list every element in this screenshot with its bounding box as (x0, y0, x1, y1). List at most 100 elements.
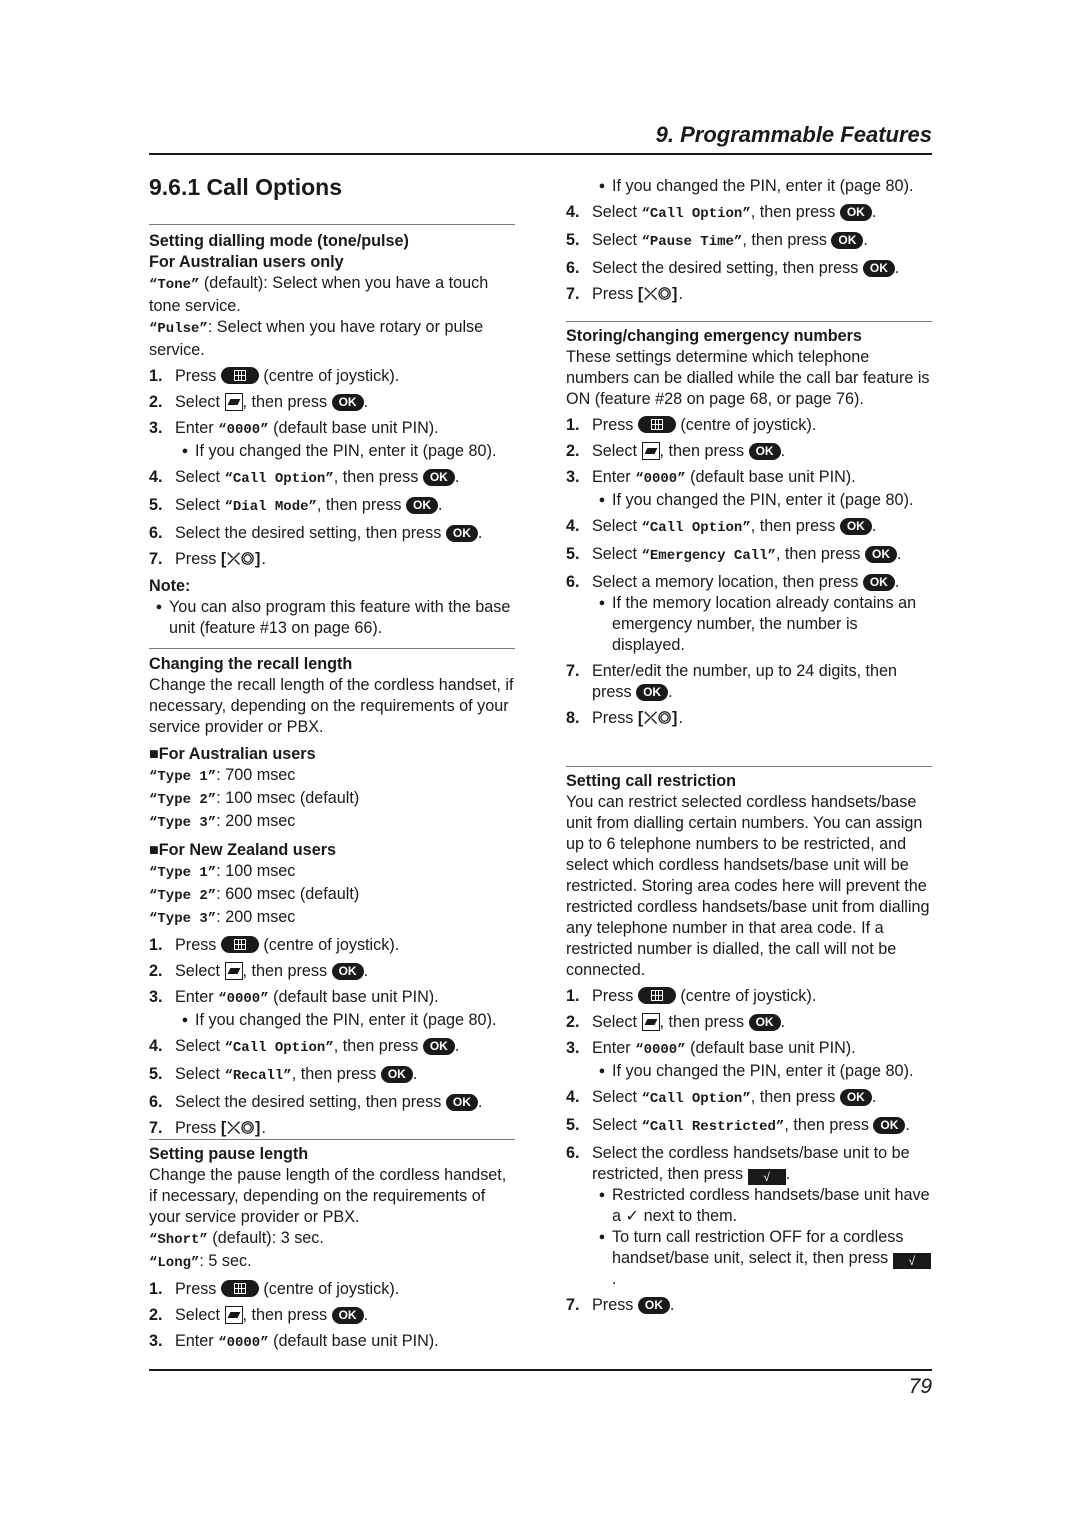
pause-intro: Change the pause length of the cordless … (149, 1166, 507, 1226)
option-pulse: “Pulse”: Select when you have rotary or … (149, 318, 484, 359)
ok-button-icon: OK (331, 963, 364, 980)
option-long: “Long”: 5 sec. (149, 1252, 252, 1271)
section-dialling-mode: Setting dialling mode (tone/pulse) For A… (149, 224, 515, 639)
au-type-2: “Type 2”: 100 msec (default) (149, 789, 360, 808)
ok-button-icon: OK (422, 1038, 455, 1055)
ok-button-icon: OK (862, 574, 895, 591)
dialling-mode-heading: Setting dialling mode (tone/pulse) (149, 232, 409, 250)
step-6: 6. Select the desired setting, then press… (566, 259, 900, 277)
step-7: 7. Press [⤫◎]. (149, 1119, 266, 1137)
section-emergency-numbers: Storing/changing emergency numbers These… (566, 321, 932, 729)
step-6: 6. Select the desired setting, then press… (149, 524, 483, 542)
australia-label: ■For Australian users (149, 745, 316, 763)
ok-button-icon: OK (748, 443, 781, 460)
step-6: 6. Select the desired setting, then press… (149, 1093, 483, 1111)
check-softkey-icon: √ (747, 1169, 786, 1185)
nz-type-3: “Type 3”: 200 msec (149, 908, 296, 927)
ok-button-icon: OK (637, 1297, 670, 1314)
chapter-title: 9. Programmable Features (655, 122, 932, 147)
step-6: 6. Select a memory location, then press O… (566, 573, 900, 591)
step-3: 3. Enter “0000” (default base unit PIN). (566, 468, 856, 487)
ok-button-icon: OK (445, 1094, 478, 1111)
off-key-icon: [⤫◎] (220, 550, 262, 568)
setup-icon (224, 962, 243, 980)
nz-type-1: “Type 1”: 100 msec (149, 862, 296, 881)
bullet-pin-changed: ● If you changed the PIN, enter it (page … (566, 1061, 932, 1082)
ok-button-icon: OK (865, 546, 898, 563)
ok-button-icon: OK (406, 497, 439, 514)
step-2: 2. Select , then press OK. (149, 962, 369, 980)
step-2: 2. Select , then press OK. (566, 442, 786, 460)
step-1: 1. Press (centre of joystick). (566, 987, 817, 1005)
ok-button-icon: OK (862, 260, 895, 277)
setup-icon (224, 1306, 243, 1324)
bullet-pin-changed: ● If you changed the PIN, enter it (page … (149, 1010, 515, 1031)
option-tone: “Tone” (default): Select when you have a… (149, 274, 489, 315)
ok-button-icon: OK (839, 204, 872, 221)
restriction-heading: Setting call restriction (566, 772, 737, 790)
menu-button-icon (637, 416, 676, 433)
section-recall-length: Changing the recall length Change the re… (149, 648, 515, 1139)
step-1: 1. Press (centre of joystick). (566, 416, 817, 434)
setup-icon (641, 1013, 660, 1031)
bullet-pin-changed: ● If you changed the PIN, enter it (page … (566, 490, 932, 511)
bullet-memory-location: ● If the memory location already contains… (566, 593, 932, 656)
step-2: 2. Select , then press OK. (149, 393, 369, 411)
section-pause-length: Setting pause length Change the pause le… (149, 1139, 515, 1354)
bullet-icon: ● (598, 1065, 606, 1077)
page-number: 79 (908, 1375, 932, 1398)
ok-button-icon: OK (748, 1014, 781, 1031)
setup-icon (224, 393, 243, 411)
bullet-pin-changed: ● If you changed the PIN, enter it (page … (149, 441, 515, 462)
ok-button-icon: OK (873, 1117, 906, 1134)
manual-page: 9. Programmable Features 9.6.1 Call Opti… (0, 0, 1080, 1528)
step-5: 5. Select “Call Restricted”, then press O… (566, 1116, 910, 1135)
bullet-icon: ● (598, 180, 606, 192)
off-key-icon: [⤫◎] (637, 285, 679, 303)
step-2: 2. Select , then press OK. (566, 1013, 786, 1031)
menu-button-icon (220, 367, 259, 384)
step-5: 5. Select “Dial Mode”, then press OK. (149, 496, 443, 515)
ok-button-icon: OK (831, 232, 864, 249)
step-7: 7. Press OK. (566, 1296, 675, 1314)
menu-button-icon (220, 936, 259, 953)
step-3: 3. Enter “0000” (default base unit PIN). (149, 419, 439, 438)
bullet-pin-changed: ● If you changed the PIN, enter it (page … (566, 176, 932, 197)
ok-button-icon: OK (422, 469, 455, 486)
bullet-icon: ● (181, 1014, 189, 1026)
tick-icon: ✓ (625, 1207, 640, 1225)
step-3: 3. Enter “0000” (default base unit PIN). (149, 1332, 439, 1351)
section-call-restriction: Setting call restriction You can restric… (566, 766, 932, 1316)
bullet-icon: ● (598, 1189, 606, 1201)
header-rule (149, 153, 932, 155)
off-key-icon: [⤫◎] (637, 709, 679, 727)
step-3: 3. Enter “0000” (default base unit PIN). (149, 988, 439, 1007)
bullet-icon: ● (598, 1231, 606, 1243)
nz-type-2: “Type 2”: 600 msec (default) (149, 885, 360, 904)
bullet-turn-off-restriction: ● To turn call restriction OFF for a cord… (566, 1227, 932, 1290)
recall-heading: Changing the recall length (149, 655, 353, 673)
step-5: 5. Select “Emergency Call”, then press OK… (566, 545, 902, 564)
recall-intro: Change the recall length of the cordless… (149, 676, 514, 736)
bullet-icon: ● (155, 601, 163, 613)
step-4: 4. Select “Call Option”, then press OK. (149, 1037, 460, 1056)
step-1: 1. Press (centre of joystick). (149, 367, 400, 385)
ok-button-icon: OK (331, 1307, 364, 1324)
step-1: 1. Press (centre of joystick). (149, 1280, 400, 1298)
step-2: 2. Select , then press OK. (149, 1306, 369, 1324)
bullet-icon: ● (598, 597, 606, 609)
ok-button-icon: OK (380, 1066, 413, 1083)
bullet-restricted-marker: ● Restricted cordless handsets/base unit … (566, 1185, 932, 1227)
step-5: 5. Select “Pause Time”, then press OK. (566, 231, 868, 250)
nz-label: ■For New Zealand users (149, 841, 336, 859)
bullet-icon: ● (598, 494, 606, 506)
au-type-1: “Type 1”: 700 msec (149, 766, 296, 785)
section-title: 9.6.1 Call Options (149, 174, 342, 200)
step-3: 3. Enter “0000” (default base unit PIN). (566, 1039, 856, 1058)
ok-button-icon: OK (331, 394, 364, 411)
au-type-3: “Type 3”: 200 msec (149, 812, 296, 831)
off-key-icon: [⤫◎] (220, 1119, 262, 1137)
menu-button-icon (637, 987, 676, 1004)
note-bullet: ● You can also program this feature with … (149, 597, 515, 639)
dialling-mode-subheading: For Australian users only (149, 253, 344, 271)
